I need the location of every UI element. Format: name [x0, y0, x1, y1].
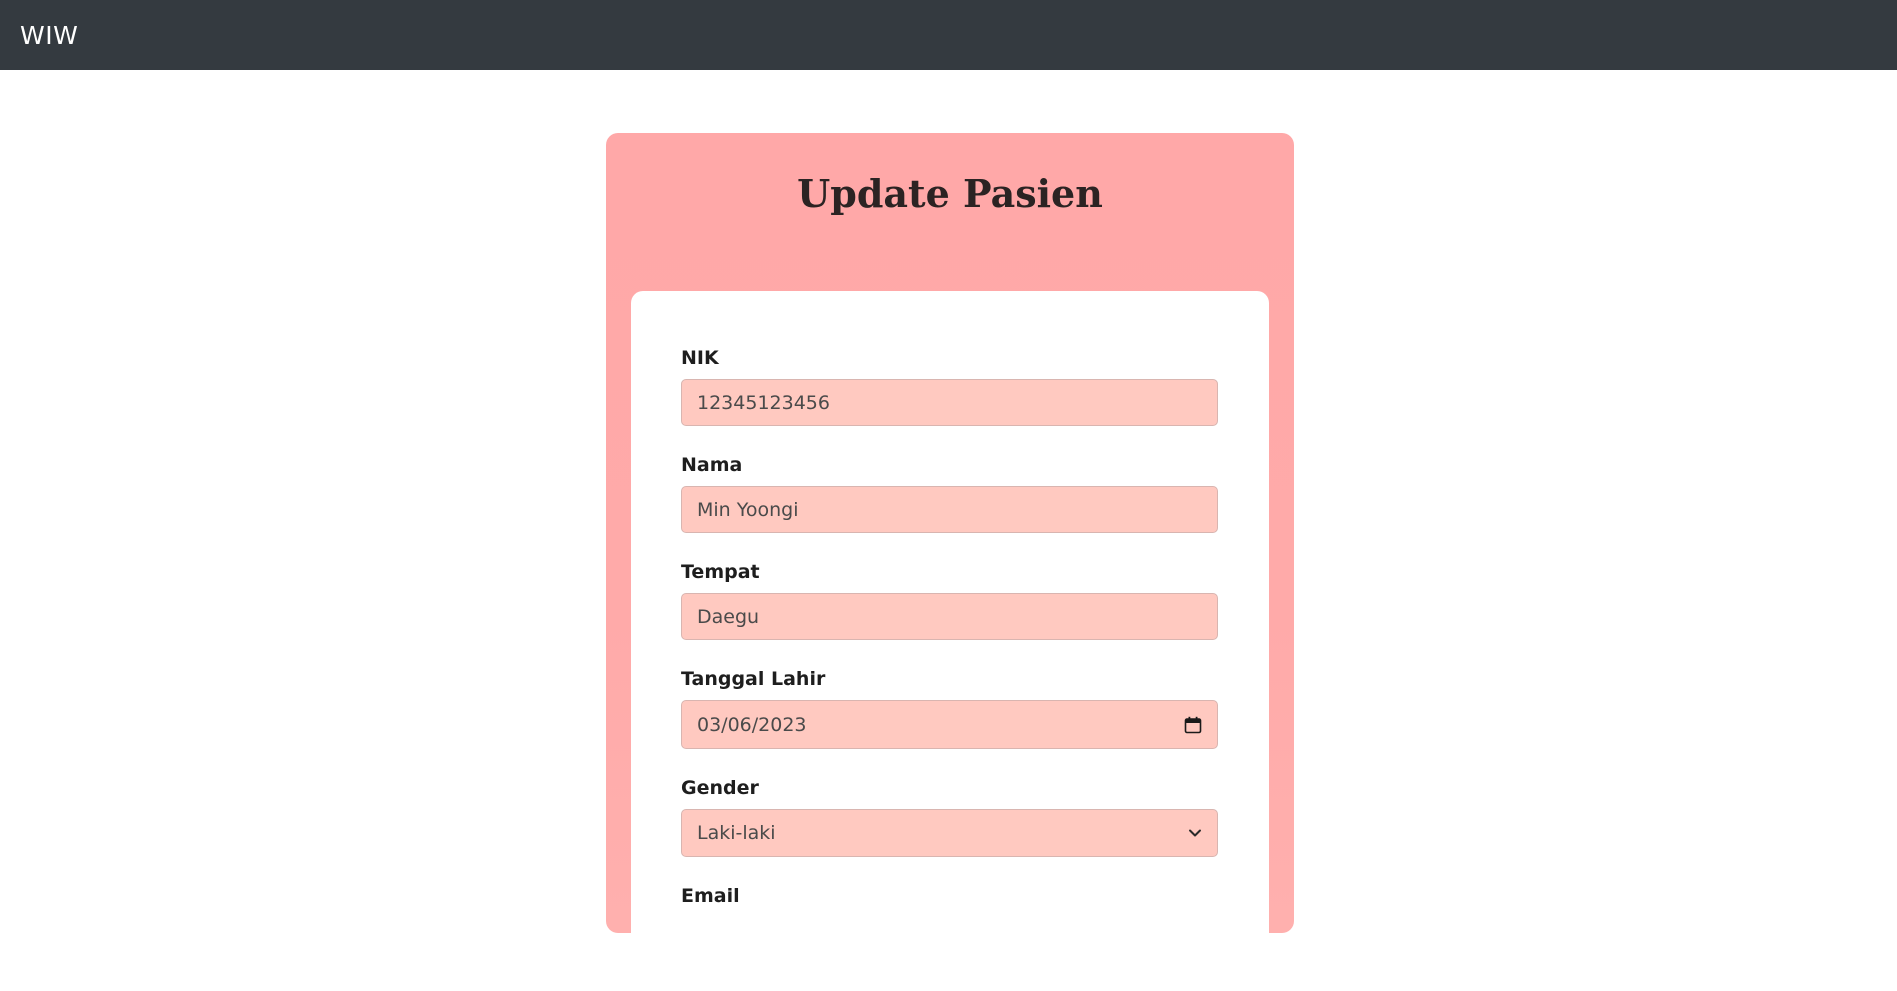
gender-select[interactable]: Laki-laki — [681, 809, 1218, 857]
nik-field-group: NIK 12345123456 — [681, 347, 1219, 426]
tempat-value: Daegu — [697, 605, 760, 628]
email-field-group: Email — [681, 885, 1219, 917]
nik-input[interactable]: 12345123456 — [681, 379, 1218, 426]
gender-selected-value: Laki-laki — [697, 822, 776, 844]
update-patient-card: Update Pasien NIK 12345123456 Nama Min Y… — [606, 133, 1294, 991]
nik-label: NIK — [681, 347, 719, 369]
calendar-icon[interactable] — [1184, 716, 1202, 734]
nama-field-group: Nama Min Yoongi — [681, 454, 1219, 533]
tempat-field-group: Tempat Daegu — [681, 561, 1219, 640]
tanggal-lahir-label: Tanggal Lahir — [681, 668, 826, 690]
nama-input[interactable]: Min Yoongi — [681, 486, 1218, 533]
chevron-down-icon — [1188, 826, 1202, 840]
nik-value: 12345123456 — [697, 391, 830, 414]
navbar: WIW — [0, 0, 1897, 70]
page-title: Update Pasien — [797, 171, 1103, 216]
gender-label: Gender — [681, 777, 759, 799]
navbar-brand[interactable]: WIW — [20, 21, 78, 50]
tanggal-lahir-field-group: Tanggal Lahir 03/06/2023 — [681, 668, 1219, 749]
tempat-input[interactable]: Daegu — [681, 593, 1218, 640]
nama-value: Min Yoongi — [697, 498, 799, 521]
gender-field-group: Gender Laki-laki — [681, 777, 1219, 857]
email-label: Email — [681, 885, 740, 907]
tempat-label: Tempat — [681, 561, 760, 583]
form-panel: NIK 12345123456 Nama Min Yoongi Tempat D… — [631, 291, 1269, 991]
nama-label: Nama — [681, 454, 743, 476]
tanggal-lahir-input[interactable]: 03/06/2023 — [681, 700, 1218, 749]
tanggal-lahir-value: 03/06/2023 — [697, 713, 807, 736]
